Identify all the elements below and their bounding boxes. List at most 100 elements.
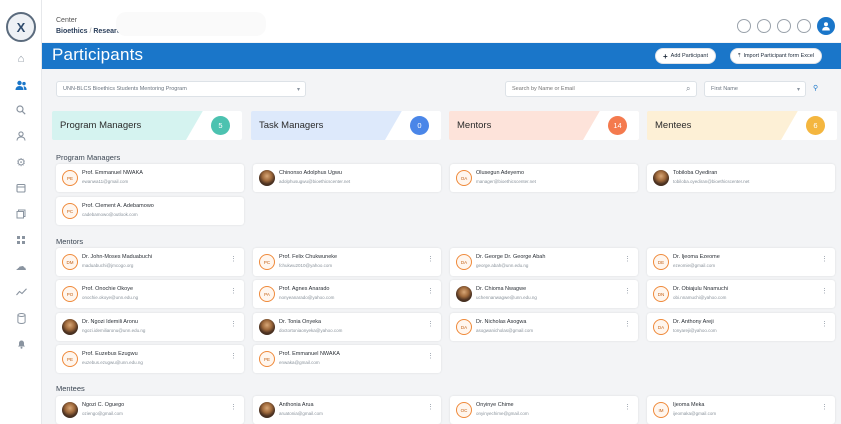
mentee-card[interactable]: OC Onyinye Chime onyinyechime@gmail.com … <box>450 396 638 424</box>
bell-icon[interactable] <box>13 336 29 352</box>
cloud-icon[interactable]: ☁ <box>13 258 29 274</box>
participant-email: fchukwu2010@yahoo.com <box>279 263 333 268</box>
mentor-card[interactable]: Dr. Chioma Nwagwe uchennanwagwe@unn.edu.… <box>450 280 638 308</box>
participant-name: Dr. Ijeoma Ezeome <box>673 254 720 260</box>
program-select-value: UNN-BLCS Bioethics Students Mentoring Pr… <box>63 86 187 92</box>
more-options-icon[interactable]: ⋮ <box>230 404 237 411</box>
settings-icon[interactable]: ⚙ <box>13 154 29 170</box>
search-icon[interactable] <box>13 102 29 118</box>
database-icon[interactable] <box>13 310 29 326</box>
more-options-icon[interactable]: ⋮ <box>624 288 631 295</box>
mentor-card[interactable]: DA Dr. Anthony Areji tonyareji@yahoo.com… <box>647 313 835 341</box>
mentor-card[interactable]: PC Prof. Felix Chukwuneke fchukwu2010@ya… <box>253 248 441 276</box>
program-manager-card[interactable]: OA Olusegun Adeyemo manager@bioethicscen… <box>450 164 638 192</box>
participant-name: Dr. Anthony Areji <box>673 319 714 325</box>
program-manager-card[interactable]: Chinonso Adolphus Ugwu adolphusugwu@bioe… <box>253 164 441 192</box>
more-options-icon[interactable]: ⋮ <box>427 288 434 295</box>
more-options-icon[interactable]: ⋮ <box>624 404 631 411</box>
avatar: OA <box>456 170 472 186</box>
settings-icon[interactable] <box>757 19 771 33</box>
avatar: PE <box>62 170 78 186</box>
more-options-icon[interactable]: ⋮ <box>821 288 828 295</box>
participant-name: Ngozi C. Oguego <box>82 402 125 408</box>
participant-email: tobiloba.oyediran@bioethicscenter.net <box>673 179 750 184</box>
more-options-icon[interactable]: ⋮ <box>230 353 237 360</box>
avatar: PC <box>259 254 275 270</box>
participant-name: Ijeoma Meka <box>673 402 705 408</box>
app-logo[interactable]: X <box>6 12 36 42</box>
more-options-icon[interactable]: ⋮ <box>624 321 631 328</box>
filter-icon[interactable]: ⚲ <box>813 84 818 92</box>
mentor-card[interactable]: PE Prof. Emmanuel NWAKA enwaka@gmail.com… <box>253 345 441 373</box>
category-program-managers[interactable]: Program Managers 5 <box>52 111 242 140</box>
category-label: Program Managers <box>60 120 142 131</box>
search-icon[interactable]: ⌕ <box>686 84 690 94</box>
participant-email: tonyareji@yahoo.com <box>673 328 717 333</box>
mentor-card[interactable]: DE Dr. Ijeoma Ezeome ezeomie@gmail.com ⋮ <box>647 248 835 276</box>
mentor-card[interactable]: DM Dr. John-Moses Maduabuchi maduabuchi@… <box>56 248 244 276</box>
page-title: Participants <box>52 45 144 64</box>
program-manager-card[interactable]: PE Prof. Emmanuel NWAKA ewanwa11@gmail.c… <box>56 164 244 192</box>
avatar: PC <box>62 203 78 219</box>
mentee-card[interactable]: Ngozi C. Oguego oziengo@gmail.com ⋮ <box>56 396 244 424</box>
category-count: 14 <box>608 116 627 135</box>
calendar-icon[interactable] <box>13 180 29 196</box>
sort-select[interactable]: First Name ▾ <box>704 81 806 97</box>
participant-email: enwaka@gmail.com <box>279 360 320 365</box>
mentor-card[interactable]: Dr. Ngozi Idemili Aronu ngozi.idemiliaro… <box>56 313 244 341</box>
category-count: 0 <box>410 116 429 135</box>
avatar: PA <box>259 286 275 302</box>
user-avatar-icon[interactable] <box>817 17 835 35</box>
user-icon[interactable] <box>13 128 29 144</box>
mentor-card[interactable]: DA Dr. Nicholas Asogwa asogwanicholas@gm… <box>450 313 638 341</box>
participant-search-input[interactable] <box>505 81 697 97</box>
participant-name: Prof. Euzebus Ezugwu <box>82 351 138 357</box>
program-select[interactable]: UNN-BLCS Bioethics Students Mentoring Pr… <box>56 81 306 97</box>
participant-name: Prof. Emmanuel NWAKA <box>82 170 143 176</box>
mentor-card[interactable]: DN Dr. Obiajulu Nnamuchi obi.nnamuchi@ya… <box>647 280 835 308</box>
section-mentors: Mentors <box>56 237 84 246</box>
category-mentors[interactable]: Mentors 14 <box>449 111 639 140</box>
more-options-icon[interactable]: ⋮ <box>230 256 237 263</box>
more-options-icon[interactable]: ⋮ <box>821 404 828 411</box>
more-options-icon[interactable]: ⋮ <box>427 256 434 263</box>
more-options-icon[interactable]: ⋮ <box>624 256 631 263</box>
grid-icon[interactable] <box>13 232 29 248</box>
more-options-icon[interactable]: ⋮ <box>821 321 828 328</box>
more-options-icon[interactable]: ⋮ <box>427 353 434 360</box>
mentor-card[interactable]: PO Prof. Onochie Okoye onochie.okoye@unn… <box>56 280 244 308</box>
chart-icon[interactable] <box>13 284 29 300</box>
more-options-icon[interactable]: ⋮ <box>821 256 828 263</box>
notification-icon[interactable] <box>777 19 791 33</box>
more-options-icon[interactable]: ⋮ <box>230 288 237 295</box>
category-task-managers[interactable]: Task Managers 0 <box>251 111 441 140</box>
gallery-icon[interactable] <box>13 206 29 222</box>
import-excel-button[interactable]: ⤒ Import Participant form Excel <box>730 48 823 64</box>
import-excel-label: Import Participant form Excel <box>743 53 815 59</box>
program-manager-card[interactable]: PC Prof. Clement A. Adebamowo cadebamowo… <box>56 197 244 225</box>
mentee-card[interactable]: Anthonia Arua aruatonia@gmail.com ⋮ <box>253 396 441 424</box>
breadcrumb-parent[interactable]: Bioethics <box>56 28 88 35</box>
more-options-icon[interactable]: ⋮ <box>427 321 434 328</box>
help-icon[interactable] <box>737 19 751 33</box>
participant-name: Dr. George Dr. George Abah <box>476 254 546 260</box>
users-icon[interactable] <box>13 77 29 93</box>
sort-select-value: First Name <box>711 86 738 92</box>
add-participant-button[interactable]: + Add Participant <box>655 48 716 64</box>
program-manager-card[interactable]: Tobiloba Oyediran tobiloba.oyediran@bioe… <box>647 164 835 192</box>
avatar: DA <box>456 254 472 270</box>
participant-email: aruatonia@gmail.com <box>279 411 323 416</box>
header-search-area[interactable] <box>116 12 266 36</box>
mentee-card[interactable]: IM Ijeoma Meka ijeomaka@gmail.com ⋮ <box>647 396 835 424</box>
more-options-icon[interactable]: ⋮ <box>230 321 237 328</box>
participant-name: Dr. Tonia Onyeka <box>279 319 322 325</box>
more-options-icon[interactable]: ⋮ <box>427 404 434 411</box>
mentor-card[interactable]: DA Dr. George Dr. George Abah george.aba… <box>450 248 638 276</box>
mentor-card[interactable]: Dr. Tonia Onyeka doctortoniaonyeka@yahoo… <box>253 313 441 341</box>
participant-name: Dr. John-Moses Maduabuchi <box>82 254 153 260</box>
category-mentees[interactable]: Mentees 6 <box>647 111 837 140</box>
home-icon[interactable]: ⌂ <box>13 51 29 67</box>
mentor-card[interactable]: PA Prof. Agnes Anarado nonyeanarado@yaho… <box>253 280 441 308</box>
message-icon[interactable] <box>797 19 811 33</box>
mentor-card[interactable]: PE Prof. Euzebus Ezugwu euzebus.ezugwu@u… <box>56 345 244 373</box>
